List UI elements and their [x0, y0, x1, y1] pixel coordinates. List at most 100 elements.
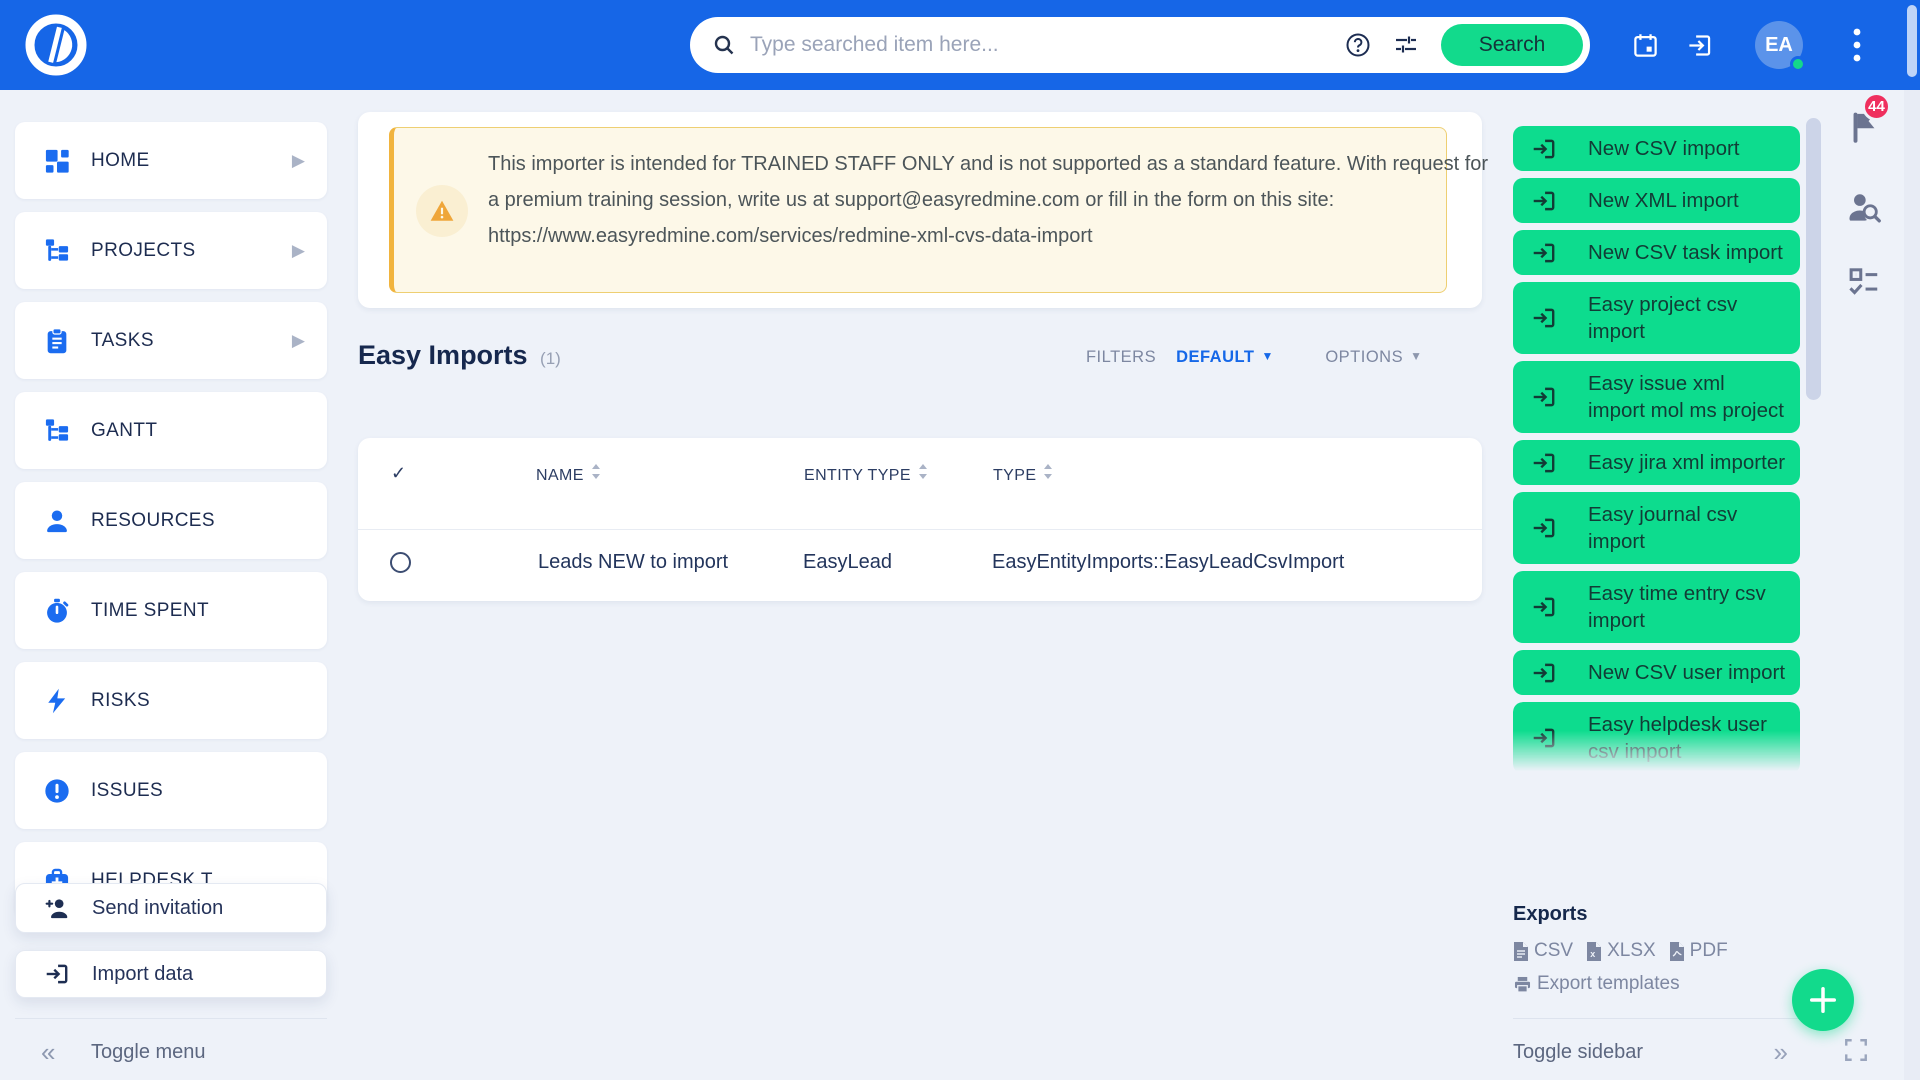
send-invitation-label: Send invitation	[92, 897, 223, 920]
sidebar-item-tasks[interactable]: TASKS ▶	[15, 302, 327, 379]
sidebar-item-resources[interactable]: RESOURCES	[15, 482, 327, 559]
options-dropdown[interactable]: OPTIONS	[1325, 348, 1403, 367]
send-invitation-button[interactable]: Send invitation	[15, 883, 327, 933]
export-xlsx-link[interactable]: x XLSX	[1586, 940, 1656, 962]
sort-icon[interactable]	[591, 464, 601, 479]
column-header-label: TYPE	[993, 467, 1036, 484]
new-csv-task-import-button[interactable]: New CSV task import	[1513, 230, 1800, 275]
search-input[interactable]	[750, 33, 1345, 57]
export-templates-link[interactable]: Export templates	[1513, 973, 1680, 995]
checklist-icon[interactable]	[1847, 265, 1880, 298]
easy-journal-csv-import-button[interactable]: Easy journal csv import	[1513, 492, 1800, 564]
person-search-icon[interactable]	[1846, 189, 1882, 225]
page-scrollbar-thumb[interactable]	[1907, 5, 1917, 77]
import-icon	[1531, 305, 1557, 331]
printer-icon	[1513, 975, 1532, 994]
search-icon	[712, 33, 736, 57]
export-pdf-link[interactable]: PDF	[1669, 940, 1728, 962]
easy-jira-xml-importer-button[interactable]: Easy jira xml importer	[1513, 440, 1800, 485]
button-label: Easy issue xml import mol ms project	[1588, 370, 1786, 424]
column-header-type[interactable]: TYPE	[993, 464, 1053, 485]
export-csv-link[interactable]: CSV	[1513, 940, 1573, 962]
toggle-sidebar-label: Toggle sidebar	[1513, 1041, 1643, 1064]
button-label: Easy project csv import	[1588, 291, 1786, 345]
sidebar-item-time-spent[interactable]: TIME SPENT	[15, 572, 327, 649]
sidebar-item-risks[interactable]: RISKS	[15, 662, 327, 739]
stopwatch-icon	[43, 597, 71, 625]
row-checkbox[interactable]	[390, 552, 411, 573]
right-sidebar-divider	[1513, 1018, 1800, 1019]
column-header-name[interactable]: NAME	[536, 464, 601, 485]
export-format-label: PDF	[1690, 940, 1728, 962]
import-icon	[1531, 188, 1557, 214]
easy-project-csv-import-button[interactable]: Easy project csv import	[1513, 282, 1800, 354]
import-data-button[interactable]: Import data	[15, 950, 327, 998]
sidebar-item-issues[interactable]: ISSUES	[15, 752, 327, 829]
import-icon	[1531, 660, 1557, 686]
easy-issue-xml-import-button[interactable]: Easy issue xml import mol ms project	[1513, 361, 1800, 433]
column-header-entity-type[interactable]: ENTITY TYPE	[804, 464, 928, 485]
sort-icon[interactable]	[918, 464, 928, 479]
sidebar-item-label: TASKS	[91, 330, 154, 352]
cell-name[interactable]: Leads NEW to import	[538, 551, 728, 574]
fullscreen-icon[interactable]	[1843, 1037, 1869, 1063]
logout-icon[interactable]	[1686, 0, 1713, 90]
file-pdf-icon	[1669, 942, 1685, 961]
app-logo[interactable]	[22, 11, 90, 79]
sidebar-item-gantt[interactable]: GANTT	[15, 392, 327, 469]
page-heading-row: Easy Imports (1) FILTERS DEFAULT ▼ OPTIO…	[358, 340, 1482, 380]
toggle-menu-button[interactable]: « Toggle menu	[15, 1034, 327, 1070]
easy-time-entry-csv-import-button[interactable]: Easy time entry csv import	[1513, 571, 1800, 643]
exports-title: Exports	[1513, 903, 1800, 926]
easy-helpdesk-user-csv-import-button[interactable]: Easy helpdesk user csv import	[1513, 702, 1800, 774]
more-menu-icon[interactable]	[1853, 0, 1861, 90]
svg-text:x: x	[1590, 949, 1595, 959]
right-sidebar-scrollbar[interactable]	[1806, 118, 1821, 400]
button-label: Easy helpdesk user csv import	[1588, 711, 1786, 765]
calendar-icon[interactable]	[1632, 0, 1659, 90]
button-label: New CSV import	[1588, 135, 1740, 162]
export-format-label: CSV	[1534, 940, 1573, 962]
chevron-down-icon[interactable]: ▼	[1261, 349, 1273, 363]
new-csv-import-button[interactable]: New CSV import	[1513, 126, 1800, 171]
gantt-tree-icon	[43, 417, 71, 445]
chevron-right-icon: ▶	[292, 241, 305, 261]
search-help-icon[interactable]	[1345, 32, 1371, 58]
import-icon	[1531, 725, 1557, 751]
new-xml-import-button[interactable]: New XML import	[1513, 178, 1800, 223]
table-divider	[358, 529, 1482, 530]
select-all-check-icon[interactable]: ✓	[391, 463, 406, 484]
import-icon	[44, 961, 70, 987]
warning-triangle-icon	[416, 185, 468, 237]
filters-label[interactable]: FILTERS	[1086, 348, 1156, 367]
online-status-dot	[1790, 56, 1806, 72]
import-icon	[1531, 450, 1557, 476]
chevron-right-icon: ▶	[292, 151, 305, 171]
sidebar-item-label: RISKS	[91, 690, 150, 712]
page-scrollbar-track[interactable]	[1904, 90, 1920, 1080]
filter-value-dropdown[interactable]: DEFAULT	[1176, 348, 1254, 367]
import-icon	[1531, 515, 1557, 541]
import-icon	[1531, 384, 1557, 410]
sidebar-item-label: RESOURCES	[91, 510, 215, 532]
import-icon	[1531, 240, 1557, 266]
project-tree-icon	[43, 237, 71, 265]
search-button[interactable]: Search	[1441, 24, 1583, 66]
toggle-sidebar-button[interactable]: Toggle sidebar »	[1513, 1034, 1800, 1070]
export-templates-row: Export templates	[1513, 973, 1800, 995]
add-button[interactable]	[1792, 969, 1854, 1031]
file-xlsx-icon: x	[1586, 942, 1602, 961]
import-icon	[1531, 136, 1557, 162]
button-label: Easy jira xml importer	[1588, 449, 1785, 476]
search-filters-icon[interactable]	[1393, 32, 1419, 58]
new-csv-user-import-button[interactable]: New CSV user import	[1513, 650, 1800, 695]
avatar[interactable]: EA	[1755, 21, 1803, 69]
person-plus-icon	[44, 895, 70, 921]
import-icon	[1531, 594, 1557, 620]
sidebar-item-projects[interactable]: PROJECTS ▶	[15, 212, 327, 289]
button-label: Easy time entry csv import	[1588, 580, 1786, 634]
import-data-label: Import data	[92, 963, 193, 986]
sidebar-item-home[interactable]: HOME ▶	[15, 122, 327, 199]
chevron-down-icon[interactable]: ▼	[1410, 349, 1422, 363]
sort-icon[interactable]	[1043, 464, 1053, 479]
